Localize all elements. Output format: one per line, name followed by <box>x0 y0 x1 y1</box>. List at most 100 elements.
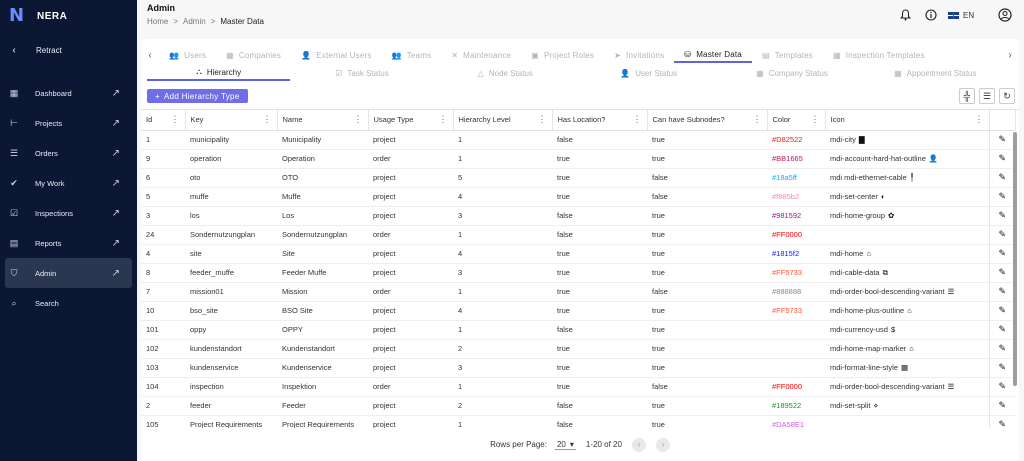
column-header-has-location[interactable]: Has Location? ⋮ <box>552 110 648 131</box>
breadcrumb-home[interactable]: Home <box>147 17 168 26</box>
pencil-icon[interactable]: ✎ <box>998 362 1006 373</box>
column-menu-icon[interactable]: ⋮ <box>263 114 272 125</box>
table-row[interactable]: 6 oto OTO project 5 true false #18a5ff mdi mdi-e… <box>141 168 1015 188</box>
table-row[interactable]: 7 mission01 Mission order 1 true false #888888 m… <box>141 282 1015 302</box>
table-scrollbar[interactable] <box>1013 132 1017 386</box>
cell-text: #BB1665 <box>772 154 803 163</box>
tab-maintenance[interactable]: ✕ Maintenance <box>441 47 521 63</box>
column-menu-icon[interactable]: ⋮ <box>753 114 762 125</box>
table-row[interactable]: 9 operation Operation order 1 true true #BB1665… <box>141 149 1015 169</box>
pencil-icon[interactable]: ✎ <box>998 381 1006 392</box>
pencil-icon[interactable]: ✎ <box>998 210 1006 221</box>
table-row[interactable]: 3 los Los project 3 false true #981592 mdi-home-… <box>141 206 1015 226</box>
pencil-icon[interactable]: ✎ <box>998 324 1006 335</box>
pencil-icon[interactable]: ✎ <box>998 286 1006 297</box>
tab-master-data[interactable]: ⛁ Master Data <box>674 47 752 63</box>
sidebar-item-projects[interactable]: ⊢ Projects ↗ <box>0 108 137 138</box>
pencil-icon[interactable]: ✎ <box>998 419 1006 428</box>
subtab-task-status[interactable]: ☑ Task Status <box>290 65 433 81</box>
column-header-name[interactable]: Name ⋮ <box>277 110 369 131</box>
previous-page-button[interactable]: ‹ <box>631 437 646 452</box>
info-icon[interactable] <box>918 9 944 21</box>
column-menu-icon[interactable]: ⋮ <box>538 114 547 125</box>
refresh-icon[interactable]: ↻ <box>999 88 1015 104</box>
pencil-icon[interactable]: ✎ <box>998 172 1006 183</box>
rows-per-page-select[interactable]: 20 ▾ <box>554 440 576 450</box>
cell-hierarchy-level: 1 <box>453 415 552 428</box>
column-menu-icon[interactable]: ⋮ <box>975 114 984 125</box>
cell-key: Project Requirements <box>185 415 277 428</box>
table-row[interactable]: 2 feeder Feeder project 2 false true #189522 mdi… <box>141 396 1015 416</box>
table-row[interactable]: 104 inspection Inspektion order 1 true false #F… <box>141 377 1015 397</box>
sidebar-item-my-work[interactable]: ✔ My Work ↗ <box>0 168 137 198</box>
columns-icon[interactable]: ╬ <box>959 88 975 104</box>
sidebar-item-dashboard[interactable]: ▦ Dashboard ↗ <box>0 78 137 108</box>
table-row[interactable]: 8 feeder_muffe Feeder Muffe project 3 true tru… <box>141 263 1015 283</box>
table-row[interactable]: 1 municipality Municipality project 1 false tr… <box>141 130 1015 150</box>
account-circle-icon[interactable] <box>992 8 1018 22</box>
pencil-icon[interactable]: ✎ <box>998 134 1006 145</box>
add-hierarchy-type-button[interactable]: + Add Hierarchy Type <box>147 89 248 103</box>
sidebar-item-reports[interactable]: ▤ Reports ↗ <box>0 228 137 258</box>
pencil-icon[interactable]: ✎ <box>998 153 1006 164</box>
column-header-hierarchy-level[interactable]: Hierarchy Level ⋮ <box>453 110 553 131</box>
filter-icon[interactable]: ☰ <box>979 88 995 104</box>
sidebar-item-search[interactable]: ⌕ Search <box>0 288 137 318</box>
chevron-right-icon[interactable]: › <box>1001 50 1019 61</box>
column-header-id[interactable]: Id ⋮ <box>141 110 186 131</box>
language-selector[interactable]: EN <box>948 11 988 20</box>
table-row[interactable]: 24 Sondernutzungplan Sondernutzungplan orde… <box>141 225 1015 245</box>
external-users-icon: 👤 <box>301 50 312 60</box>
cell-hierarchy-level: 4 <box>453 244 552 264</box>
tab-invitations[interactable]: ➤ Invitations <box>604 47 674 63</box>
column-header-key[interactable]: Key ⋮ <box>185 110 278 131</box>
sidebar-item-inspections[interactable]: ☑ Inspections ↗ <box>0 198 137 228</box>
tab-companies[interactable]: ▦ Companies <box>216 47 291 63</box>
sidebar-item-orders[interactable]: ☰ Orders ↗ <box>0 138 137 168</box>
subtab-node-status[interactable]: △ Node Status <box>434 65 577 81</box>
tab-inspection-templates[interactable]: ▦ Inspection Templates <box>823 47 935 63</box>
retract-button[interactable]: ‹ Retract <box>0 40 137 60</box>
table-row[interactable]: 103 kundenservice Kundenservice project 3 tru… <box>141 358 1015 378</box>
cell-color: #1815f2 <box>767 244 825 264</box>
column-header-icon[interactable]: Icon ⋮ <box>825 110 990 131</box>
column-menu-icon[interactable]: ⋮ <box>171 114 180 125</box>
chevron-left-icon[interactable]: ‹ <box>141 50 159 61</box>
column-menu-icon[interactable]: ⋮ <box>811 114 820 125</box>
column-header-color[interactable]: Color ⋮ <box>767 110 826 131</box>
sidebar-item-admin[interactable]: ⛉ Admin ↗ <box>5 258 132 288</box>
tab-external-users[interactable]: 👤 External Users <box>291 47 381 63</box>
column-header-usage-type[interactable]: Usage Type ⋮ <box>368 110 454 131</box>
table-row[interactable]: 4 site Site project 4 true true #1815f2 mdi-home… <box>141 244 1015 264</box>
table-row[interactable]: 105 Project Requirements Project Requireme… <box>141 415 1015 428</box>
pencil-icon[interactable]: ✎ <box>998 267 1006 278</box>
table-row[interactable]: 10 bso_site BSO Site project 4 true true #FF573… <box>141 301 1015 321</box>
breadcrumb-admin[interactable]: Admin <box>183 17 206 26</box>
tab-users[interactable]: 👥 Users <box>159 47 216 63</box>
pencil-icon[interactable]: ✎ <box>998 191 1006 202</box>
column-header-can-have-subnodes[interactable]: Can have Subnodes? ⋮ <box>647 110 768 131</box>
tab-templates[interactable]: ▤ Templates <box>752 47 823 63</box>
pencil-icon[interactable]: ✎ <box>998 229 1006 240</box>
pencil-icon[interactable]: ✎ <box>998 305 1006 316</box>
table-row[interactable]: 102 kundenstandort Kundenstandort project 2 t… <box>141 339 1015 359</box>
subtab-hierarchy[interactable]: ⛬ Hierarchy <box>147 65 291 81</box>
pencil-icon[interactable]: ✎ <box>998 343 1006 354</box>
table-row[interactable]: 101 oppy OPPY project 1 false true mdi-currency… <box>141 320 1015 340</box>
tab-project-roles[interactable]: ▣ Project Roles <box>521 47 604 63</box>
subtab-company-status[interactable]: ▦ Company Status <box>720 65 863 81</box>
column-menu-icon[interactable]: ⋮ <box>633 114 642 125</box>
next-page-button[interactable]: › <box>655 437 670 452</box>
table-row[interactable]: 5 muffe Muffe project 4 true false #f885b2 mdi-s… <box>141 187 1015 207</box>
cell-text: 4 <box>458 192 463 201</box>
cell-has-location: true <box>552 358 647 378</box>
subtab-user-status[interactable]: 👤 User Status <box>577 65 720 81</box>
subtab-appointment-status[interactable]: ▦ Appointment Status <box>864 65 1007 81</box>
cell-actions: ✎ <box>988 282 1015 302</box>
pencil-icon[interactable]: ✎ <box>998 248 1006 259</box>
column-menu-icon[interactable]: ⋮ <box>439 114 448 125</box>
bell-icon[interactable] <box>892 9 918 21</box>
tab-teams[interactable]: 👥 Teams <box>382 47 442 63</box>
column-menu-icon[interactable]: ⋮ <box>354 114 363 125</box>
pencil-icon[interactable]: ✎ <box>998 400 1006 411</box>
